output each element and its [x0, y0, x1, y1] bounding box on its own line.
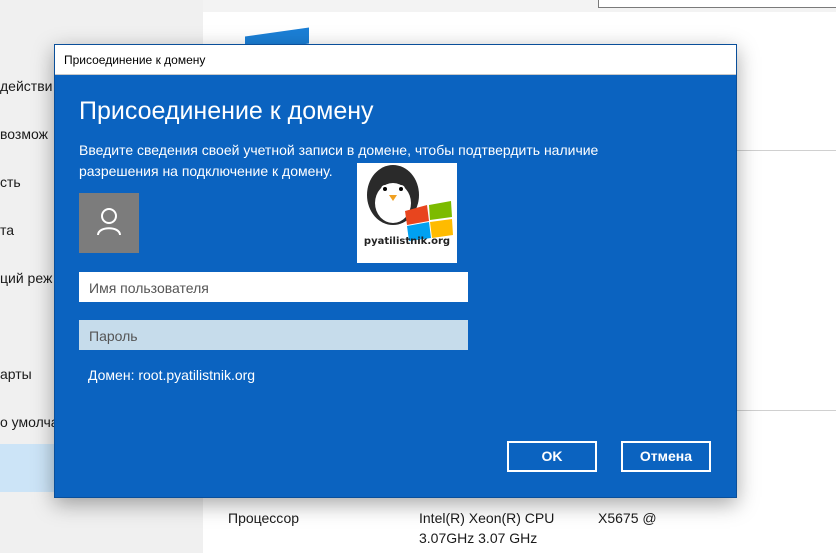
sidebar-item-features[interactable]: возмож	[0, 126, 48, 142]
avatar	[79, 193, 139, 253]
sidebar-item-cards[interactable]: арты	[0, 366, 32, 382]
divider	[736, 410, 836, 411]
ok-button[interactable]: OK	[507, 441, 597, 472]
settings-search-box[interactable]	[598, 0, 836, 8]
penguin-windows-logo-icon	[367, 165, 453, 241]
divider	[736, 150, 836, 151]
sidebar-item-4[interactable]: та	[0, 222, 14, 238]
processor-value-line1: Intel(R) Xeon(R) CPU	[419, 510, 555, 526]
sidebar-item-3[interactable]: сть	[0, 174, 21, 190]
password-input[interactable]: Пароль	[79, 320, 468, 350]
sidebar-item-mode[interactable]: ций реж	[0, 270, 52, 286]
join-domain-dialog: Присоединение к домену Присоединение к д…	[54, 44, 737, 498]
user-icon	[97, 208, 121, 236]
processor-value-line2: 3.07GHz 3.07 GHz	[419, 530, 538, 546]
processor-value-model: X5675 @	[598, 510, 657, 526]
dialog-window-title: Присоединение к домену	[64, 53, 206, 67]
watermark-text: pyatilistnik.org	[363, 236, 451, 247]
username-input[interactable]: Имя пользователя	[79, 272, 468, 302]
dialog-titlebar[interactable]: Присоединение к домену	[55, 45, 736, 75]
cancel-button[interactable]: Отмена	[621, 441, 711, 472]
processor-label: Процессор	[228, 510, 300, 526]
domain-label: Домен: root.pyatilistnik.org	[88, 367, 256, 383]
dialog-description: Введите сведения своей учетной записи в …	[79, 142, 599, 179]
sidebar-item-actions[interactable]: действи	[0, 78, 52, 94]
sidebar-item-default[interactable]: о умолча	[0, 414, 59, 430]
watermark-logo: pyatilistnik.org	[357, 163, 457, 263]
dialog-heading: Присоединение к домену	[79, 97, 374, 125]
